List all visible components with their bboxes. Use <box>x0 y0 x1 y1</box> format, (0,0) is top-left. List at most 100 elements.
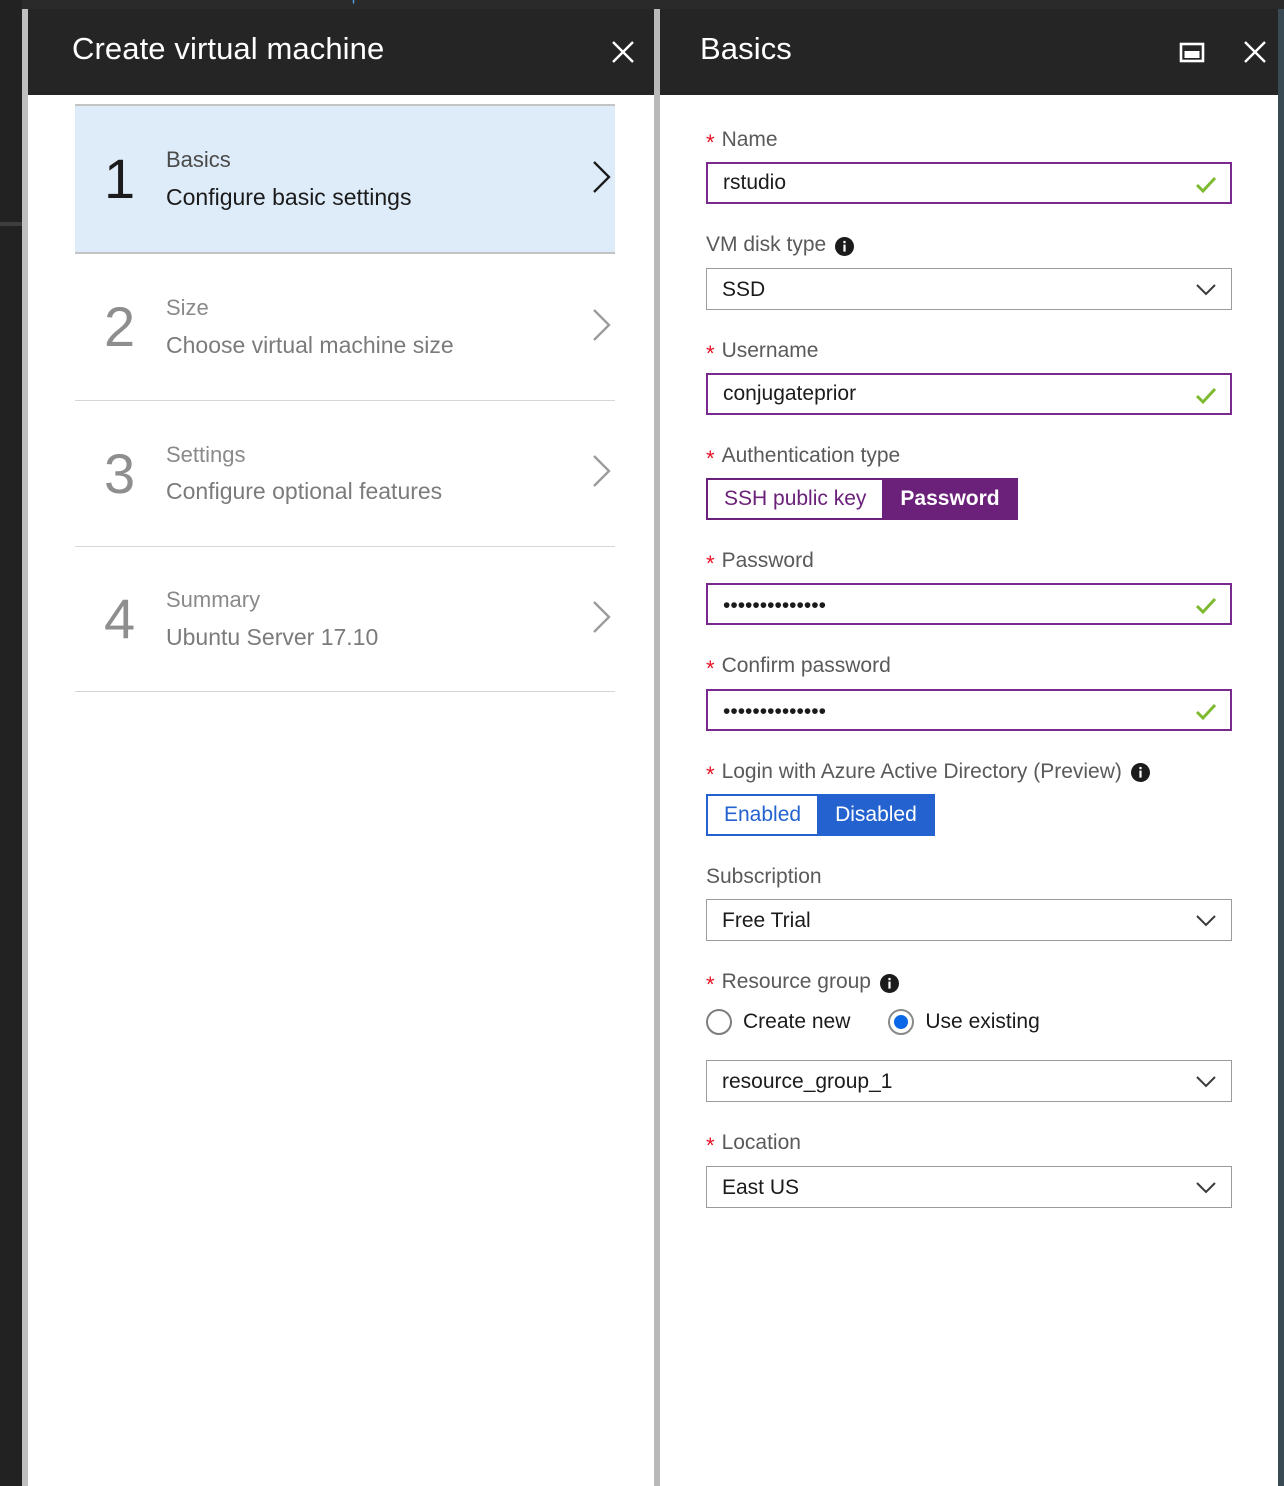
wizard-step-settings[interactable]: 3 Settings Configure optional features <box>75 400 615 546</box>
wizard-step-desc: Configure optional features <box>166 478 443 505</box>
field-label-resource-group: * Resource group <box>706 969 1232 998</box>
wizard-step-number: 4 <box>104 587 136 650</box>
radio-create-new[interactable]: Create new <box>706 1009 851 1036</box>
field-resource-group: * Resource group Create new Use existing… <box>706 969 1232 1103</box>
rail-marker <box>0 222 22 226</box>
wizard-step-name: Basics <box>166 147 231 173</box>
field-label-name: * Name <box>706 127 1232 156</box>
info-icon[interactable] <box>835 236 855 256</box>
confirm-password-input[interactable]: •••••••••••••• <box>708 691 1230 729</box>
required-asterisk: * <box>706 130 715 156</box>
label-text: Password <box>721 549 814 572</box>
chevron-right-icon <box>575 598 615 641</box>
field-name: * Name <box>706 127 1232 205</box>
portal-right-edge <box>1278 9 1284 1486</box>
wizard-step-number: 1 <box>104 147 136 210</box>
field-aad-login: * Login with Azure Active Directory (Pre… <box>706 759 1232 836</box>
wizard-step-desc: Choose virtual machine size <box>166 331 454 358</box>
breadcrumb-separator: > <box>123 0 153 4</box>
basics-blade-header: Basics <box>660 9 1278 95</box>
wizard-step-name: Settings <box>166 441 246 467</box>
info-icon[interactable] <box>879 973 899 993</box>
resource-group-select-wrapper[interactable]: resource_group_1 <box>706 1060 1232 1103</box>
radio-label: Create new <box>743 1010 851 1034</box>
username-input[interactable] <box>708 374 1230 413</box>
required-asterisk: * <box>706 656 715 682</box>
breadcrumb-item-create-virtual-machine[interactable]: Create virtual machine <box>758 0 922 4</box>
field-vm-disk-type: VM disk type SSD <box>706 232 1232 310</box>
chevron-right-icon <box>575 306 615 349</box>
field-label-aad-login: * Login with Azure Active Directory (Pre… <box>706 759 1232 785</box>
label-text: Resource group <box>721 970 871 993</box>
resource-group-radio-group: Create new Use existing <box>706 1004 1232 1040</box>
info-icon[interactable] <box>1130 763 1150 783</box>
subscription-value: Free Trial <box>722 909 811 932</box>
chevron-right-icon <box>575 158 615 201</box>
breadcrumb-separator: > <box>533 0 563 4</box>
wizard-step-summary[interactable]: 4 Summary Ubuntu Server 17.10 <box>75 546 615 692</box>
label-text: Authentication type <box>721 443 901 467</box>
field-label-location: * Location <box>706 1130 1232 1159</box>
basics-blade: Basics * Name rstudio VM disk type SSD *… <box>660 9 1278 1486</box>
required-asterisk: * <box>706 972 715 998</box>
breadcrumb-current: Basics <box>961 0 1009 4</box>
required-asterisk: * <box>706 761 715 787</box>
name-input-wrapper[interactable] <box>706 162 1232 205</box>
required-asterisk: * <box>706 445 715 471</box>
label-text: Subscription <box>706 864 822 888</box>
label-text: Location <box>721 1131 801 1155</box>
radio-use-existing[interactable]: Use existing <box>888 1009 1040 1036</box>
create-vm-blade-title: Create virtual machine <box>72 31 385 66</box>
wizard-step-number: 3 <box>104 441 136 505</box>
authentication-type-toggle: SSH public key Password <box>706 478 1018 520</box>
location-select-wrapper[interactable]: East US <box>706 1165 1232 1208</box>
breadcrumb-item-ubuntu-server[interactable]: Ubuntu Server <box>423 0 529 4</box>
breadcrumb-separator: > <box>723 0 753 4</box>
breadcrumb-separator: > <box>283 0 313 4</box>
breadcrumb-item-virtual-machines[interactable]: Virtual machines <box>157 0 278 4</box>
create-vm-blade-header: Create virtual machine <box>28 9 654 95</box>
basics-blade-title: Basics <box>700 31 792 66</box>
create-vm-blade: Create virtual machine 1 Basics Configur… <box>28 9 654 1486</box>
field-label-confirm-password: * Confirm password <box>706 653 1232 682</box>
wizard-steps: 1 Basics Configure basic settings 2 Size… <box>75 104 615 692</box>
breadcrumb-item-compute[interactable]: Compute <box>317 0 383 4</box>
field-confirm-password: * Confirm password •••••••••••••• <box>706 653 1232 731</box>
field-label-subscription: Subscription <box>706 864 1232 890</box>
wizard-step-desc: Ubuntu Server 17.10 <box>166 623 379 650</box>
field-label-username: * Username <box>706 338 1232 366</box>
breadcrumb-separator: > <box>927 0 957 4</box>
wizard-step-number: 2 <box>104 295 136 358</box>
breadcrumb-item-ubuntu-server-1710[interactable]: Ubuntu Server 17.10 <box>567 0 718 4</box>
subscription-select-wrapper[interactable]: Free Trial <box>706 899 1232 941</box>
vm-disk-type-value: SSD <box>722 277 766 301</box>
wizard-step-desc: Configure basic settings <box>166 183 412 210</box>
resource-group-value: resource_group_1 <box>722 1070 893 1094</box>
required-asterisk: * <box>706 1133 715 1159</box>
wizard-step-size[interactable]: 2 Size Choose virtual machine size <box>75 254 615 400</box>
username-input-wrapper[interactable] <box>706 372 1232 415</box>
portal-right-edge-top <box>1278 0 1284 9</box>
password-input-wrapper[interactable]: •••••••••••••• <box>706 583 1232 626</box>
wizard-step-basics[interactable]: 1 Basics Configure basic settings <box>75 104 615 254</box>
password-input[interactable]: •••••••••••••• <box>708 585 1230 623</box>
maximize-icon[interactable] <box>1175 35 1209 69</box>
auth-type-option-ssh-public-key[interactable]: SSH public key <box>706 478 885 520</box>
label-text: Login with Azure Active Directory (Previ… <box>721 759 1122 783</box>
basics-form: * Name VM disk type <box>706 127 1232 1208</box>
label-text: Username <box>721 338 819 362</box>
auth-type-option-password[interactable]: Password <box>884 478 1018 520</box>
confirm-password-input-wrapper[interactable]: •••••••••••••• <box>706 688 1232 731</box>
required-asterisk: * <box>706 340 715 366</box>
field-location: * Location East US <box>706 1130 1232 1208</box>
aad-login-option-disabled[interactable]: Disabled <box>819 793 935 836</box>
field-subscription: Subscription Free Trial <box>706 864 1232 941</box>
close-icon[interactable] <box>1238 35 1272 69</box>
breadcrumb-separator: > <box>388 0 418 4</box>
close-icon[interactable] <box>606 35 640 69</box>
vm-disk-type-select-wrapper[interactable]: SSD <box>706 267 1232 310</box>
required-asterisk: * <box>706 551 715 577</box>
breadcrumb-item-home[interactable]: Home <box>75 0 118 4</box>
aad-login-option-enabled[interactable]: Enabled <box>706 793 820 836</box>
name-input[interactable] <box>708 164 1230 203</box>
